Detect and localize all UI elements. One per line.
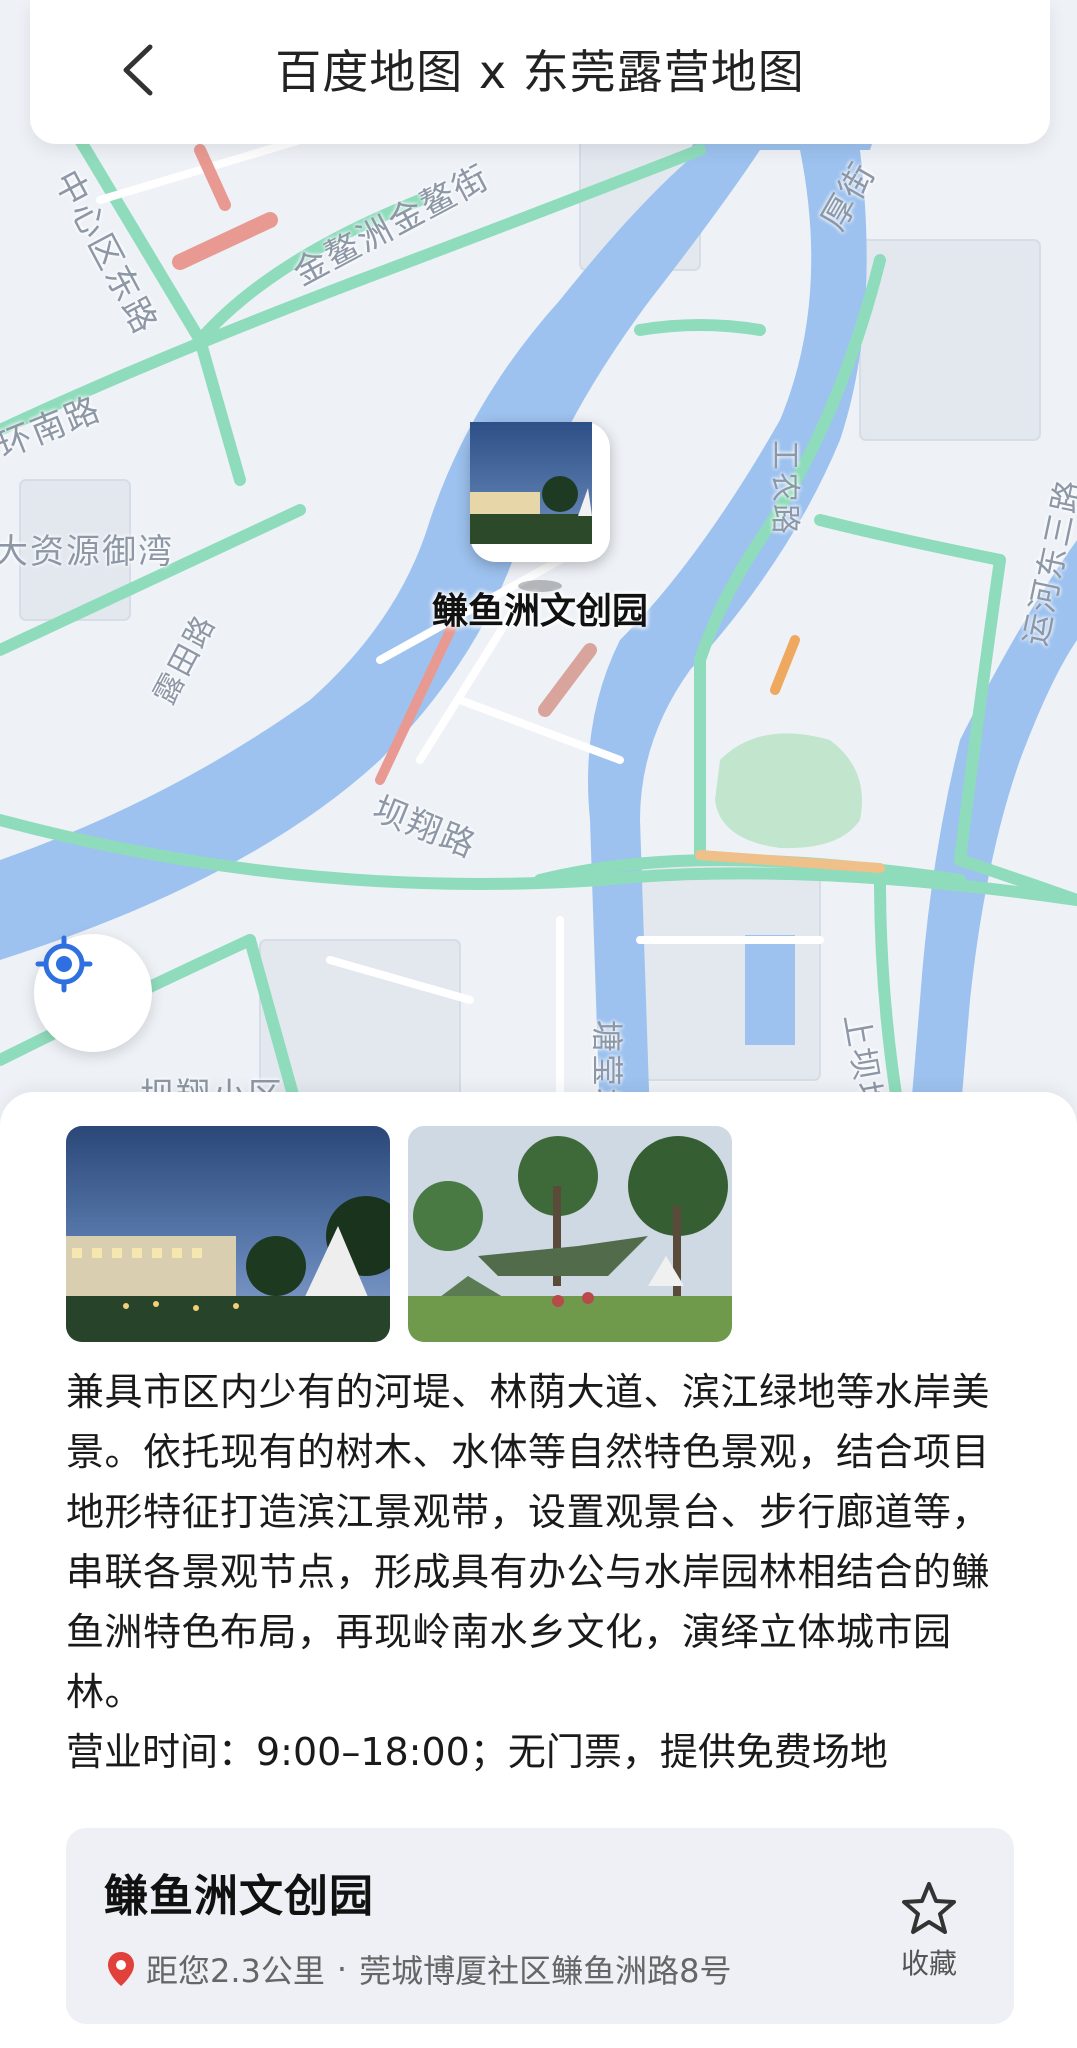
header-bar: 百度地图 x 东莞露营地图	[30, 0, 1050, 144]
poi-map-label[interactable]: 鳒鱼洲文创园	[400, 582, 680, 634]
poi-distance: 距您2.3公里	[146, 1952, 325, 1990]
poi-marker[interactable]	[470, 422, 610, 562]
page-title: 百度地图 x 东莞露营地图	[275, 45, 805, 99]
map-label-area: 大资源御湾	[0, 532, 174, 572]
photo-night-camp[interactable]	[66, 1126, 390, 1342]
poi-address: 莞城博厦社区鳒鱼洲路8号	[359, 1952, 732, 1990]
poi-thumbnail	[470, 422, 601, 553]
map-label-street: 工农路	[767, 440, 802, 536]
locate-button[interactable]	[34, 934, 152, 1052]
location-pin-icon	[108, 1952, 134, 1986]
poi-description: 兼具市区内少有的河堤、林荫大道、滨江绿地等水岸美景。依托现有的树木、水体等自然特…	[66, 1370, 991, 1714]
opening-hours: 营业时间：9:00–18:00；无门票，提供免费场地	[66, 1730, 888, 1774]
poi-card-title: 鳒鱼洲文创园	[104, 1871, 374, 1922]
photo-day-camp[interactable]	[408, 1126, 732, 1342]
favorite-label: 收藏	[900, 1947, 957, 1980]
star-outline-icon	[902, 1882, 956, 1934]
locate-icon	[35, 935, 93, 993]
map-view[interactable]: 金鳌洲金鳌街 中心区东路 环南路 大资源御湾 厚街 工农路 坝翔路 塘莹坊 上坝…	[0, 0, 1077, 1120]
detail-sheet: 兼具市区内少有的河堤、林荫大道、滨江绿地等水岸美景。依托现有的树木、水体等自然特…	[0, 1092, 1077, 2048]
poi-card[interactable]: 鳒鱼洲文创园 距您2.3公里 · 莞城博厦社区鳒鱼洲路8号 收藏	[66, 1828, 1014, 2024]
favorite-button[interactable]: 收藏	[884, 1880, 974, 1982]
meta-separator: ·	[336, 1950, 348, 1988]
poi-card-meta: 距您2.3公里 · 莞城博厦社区鳒鱼洲路8号	[106, 1946, 731, 1992]
